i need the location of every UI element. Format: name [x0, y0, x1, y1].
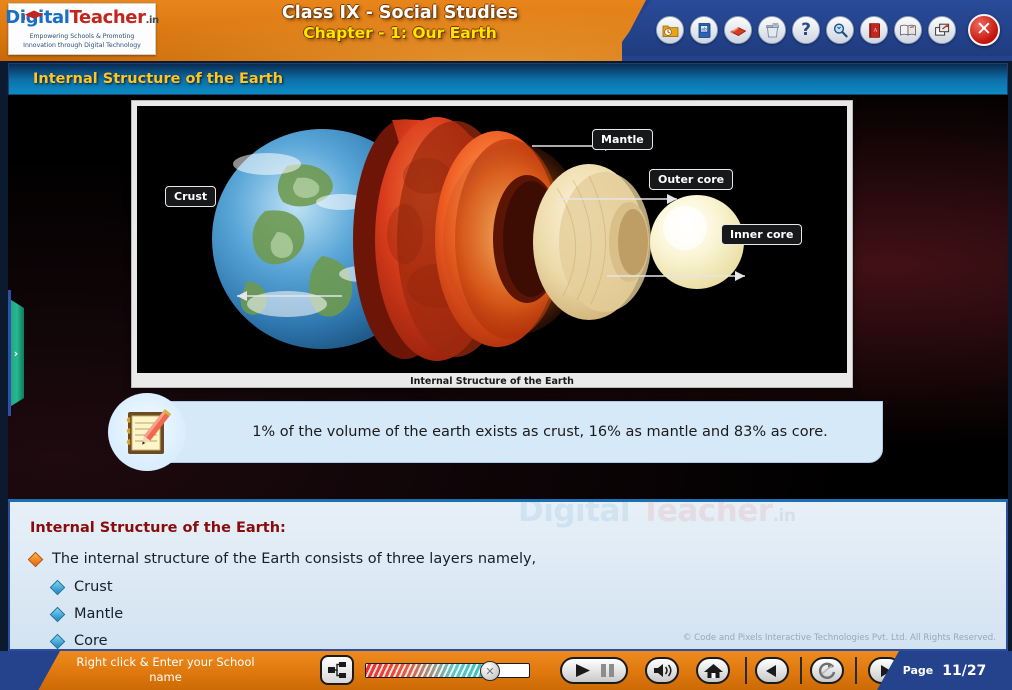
outline-tree-icon — [328, 662, 346, 678]
brand-logo[interactable]: DigitalTeacher.in Empowering Schools & P… — [5, 3, 160, 55]
page-label: Page — [902, 664, 934, 677]
logo-tagline-line1: Empowering Schools & Promoting — [29, 33, 135, 41]
toolbar-icon-row: ab ? A ✕ — [656, 14, 1000, 46]
chapter-title: Chapter - 1: Our Earth — [303, 24, 497, 42]
logo-word-teacher: Teacher — [69, 7, 146, 29]
blue-diamond-bullet-icon — [49, 633, 66, 649]
watermark-domain: .in — [772, 506, 796, 526]
watermark-part2: Teacher — [630, 499, 773, 529]
svg-text:ab: ab — [701, 26, 707, 32]
progress-slider-knob[interactable]: ✕ — [480, 661, 500, 681]
page-indicator: Page 11/27 — [877, 651, 1012, 690]
volume-button[interactable] — [645, 657, 679, 684]
watermark-part1: Digital — [518, 499, 631, 529]
play-pause-icon — [576, 664, 614, 677]
label-inner-core: Inner core — [721, 224, 803, 245]
orange-diamond-bullet-icon — [27, 551, 44, 568]
logo-tagline: Empowering Schools & Promoting Innovatio… — [23, 33, 141, 50]
note-icon-container — [108, 393, 186, 471]
diagram-frame: Crust Mantle Outer core Inner core Inter… — [131, 100, 853, 388]
refresh-button[interactable] — [810, 657, 844, 684]
knob-cross-icon: ✕ — [485, 664, 495, 678]
main-bullet-row: The internal structure of the Earth cons… — [27, 550, 537, 568]
diagram-caption: Internal Structure of the Earth — [410, 376, 574, 387]
chevron-right-icon: › — [13, 346, 19, 360]
main-bullet-text: The internal structure of the Earth cons… — [52, 551, 537, 567]
logo-tagline-line2: Innovation through Digital Technology — [23, 41, 141, 49]
school-prompt-line1: Right click & Enter your School — [76, 655, 255, 669]
label-crust: Crust — [165, 186, 217, 207]
school-name-prompt[interactable]: Right click & Enter your School name — [58, 655, 273, 685]
section-title: Internal Structure of the Earth — [33, 71, 284, 87]
toolbar-divider — [800, 657, 802, 684]
progress-slider-fill — [366, 664, 490, 677]
slide-stage: › Crust Mantle Outer core Inner core Int… — [8, 95, 1008, 499]
video-book-icon: ab — [698, 22, 710, 38]
home-icon — [703, 663, 723, 678]
course-title: Class IX - Social Studies — [281, 3, 519, 23]
search-button[interactable] — [826, 16, 854, 44]
sub-bullet-text-mantle: Mantle — [74, 606, 124, 622]
application-window: DigitalTeacher.in Empowering Schools & P… — [0, 0, 1012, 690]
note-text: 1% of the volume of the earth exists as … — [252, 423, 828, 440]
close-button[interactable]: ✕ — [968, 14, 1000, 46]
school-prompt-line2: name — [149, 670, 182, 684]
toolbar-divider — [745, 657, 747, 684]
bottom-left-wedge — [0, 651, 60, 690]
sub-bullet-row-crust: Crust — [49, 578, 113, 596]
speaker-icon — [653, 664, 671, 677]
top-header-bar: DigitalTeacher.in Empowering Schools & P… — [0, 0, 1012, 61]
sub-bullet-row-mantle: Mantle — [49, 605, 124, 623]
previous-icon — [766, 664, 776, 677]
help-icon: ? — [801, 19, 811, 40]
blue-diamond-bullet-icon — [49, 579, 66, 596]
progress-slider[interactable]: ✕ — [365, 661, 530, 681]
earth-cutaway-diagram: Crust Mantle Outer core Inner core — [137, 106, 847, 373]
folder-clock-button[interactable] — [656, 16, 684, 44]
red-book-button[interactable] — [724, 16, 752, 44]
svg-text:A: A — [872, 27, 877, 33]
folder-clock-icon — [662, 25, 678, 37]
blue-diamond-bullet-icon — [49, 606, 66, 623]
logo-domain: .in — [145, 15, 160, 27]
graduation-cap-icon — [23, 10, 44, 21]
play-pause-button[interactable] — [560, 657, 628, 684]
page-number: 11/27 — [942, 662, 987, 679]
dictionary-icon: A — [868, 22, 880, 38]
sub-bullet-text-crust: Crust — [74, 579, 113, 595]
open-book-button[interactable] — [894, 16, 922, 44]
section-header-bar: Internal Structure of the Earth — [8, 63, 1008, 95]
dictionary-button[interactable]: A — [860, 16, 888, 44]
refresh-icon — [818, 662, 835, 679]
watermark: Digital Teacher.in — [518, 499, 796, 529]
trash-bin-icon — [765, 22, 779, 37]
notepad-pencil-icon — [126, 409, 172, 454]
sub-bullet-row-core: Core — [49, 632, 108, 649]
outline-tree-button[interactable] — [320, 655, 354, 685]
close-icon: ✕ — [976, 17, 992, 40]
note-body: 1% of the volume of the earth exists as … — [139, 401, 883, 463]
window-restore-button[interactable] — [928, 16, 956, 44]
page-title: Class IX - Social Studies Chapter - 1: O… — [170, 3, 630, 43]
content-heading: Internal Structure of the Earth: — [30, 520, 286, 536]
content-panel: Digital Teacher.in Internal Structure of… — [8, 499, 1008, 651]
note-callout: 1% of the volume of the earth exists as … — [108, 393, 894, 471]
sidebar-tab-stripe — [8, 290, 11, 416]
previous-button[interactable] — [755, 657, 789, 684]
window-restore-icon — [934, 23, 949, 36]
video-book-button[interactable]: ab — [690, 16, 718, 44]
label-mantle: Mantle — [592, 129, 653, 150]
sub-bullet-text-core: Core — [74, 633, 108, 649]
home-button[interactable] — [696, 657, 730, 684]
search-magnifier-icon — [833, 22, 848, 37]
open-book-icon — [900, 24, 916, 36]
help-button[interactable]: ? — [792, 16, 820, 44]
toolbar-divider — [855, 657, 857, 684]
label-outer-core: Outer core — [649, 169, 734, 190]
copyright-text: © Code and Pixels Interactive Technologi… — [682, 633, 996, 643]
trash-bin-button[interactable] — [758, 16, 786, 44]
red-book-icon — [730, 26, 747, 36]
